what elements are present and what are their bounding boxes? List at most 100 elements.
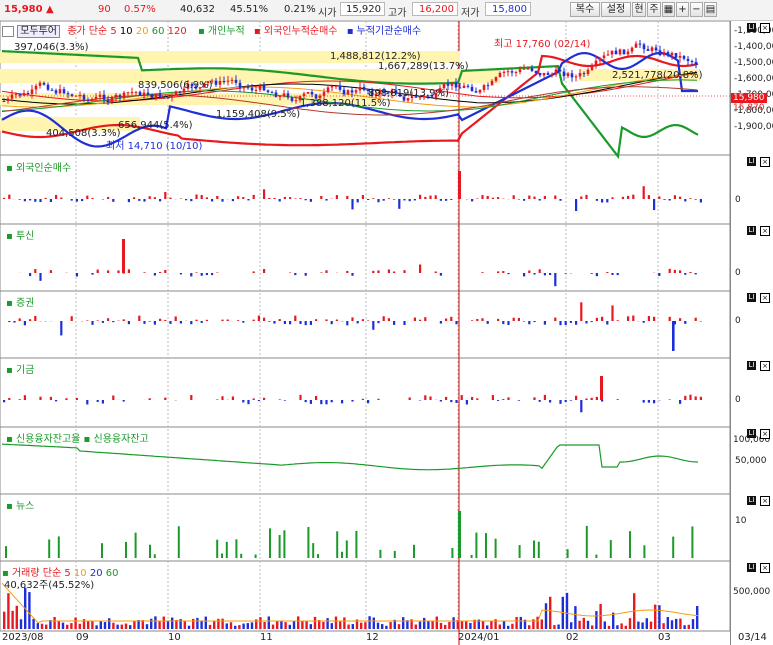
candle-body bbox=[174, 91, 178, 95]
panel-close-icon[interactable]: × bbox=[760, 563, 770, 573]
volume-bar bbox=[99, 620, 102, 629]
candle-body bbox=[338, 85, 342, 90]
news-bar bbox=[48, 539, 51, 558]
foreign-bar bbox=[606, 199, 609, 203]
volume-bar bbox=[200, 620, 203, 629]
candle-body bbox=[234, 79, 238, 83]
volume-bar bbox=[372, 617, 375, 629]
volume-bar bbox=[364, 622, 367, 629]
other-bar bbox=[96, 400, 99, 402]
other-bar bbox=[320, 400, 323, 405]
candle-body bbox=[58, 89, 62, 94]
chart-canvas[interactable] bbox=[0, 21, 730, 645]
layout-icon[interactable]: ▤ bbox=[704, 2, 717, 17]
volume-bar bbox=[313, 616, 317, 629]
foreign-bar bbox=[458, 171, 461, 199]
securities-zero: 0 bbox=[735, 316, 741, 326]
candle-body bbox=[614, 50, 618, 55]
foreign-bar bbox=[153, 197, 156, 199]
securities-bar bbox=[242, 321, 245, 323]
trust-bar bbox=[29, 273, 32, 277]
trust-bar bbox=[205, 273, 208, 276]
zoom-in-icon[interactable]: + bbox=[676, 2, 689, 17]
x-label-11: 11 bbox=[260, 632, 273, 643]
other-bar bbox=[75, 398, 78, 400]
news-bar bbox=[345, 540, 348, 558]
zoom-out-icon[interactable]: − bbox=[690, 2, 703, 17]
volume-bar bbox=[658, 605, 661, 629]
trust-bar bbox=[91, 273, 94, 275]
toggle-box-icon[interactable] bbox=[2, 25, 14, 37]
volume-bar bbox=[53, 616, 56, 629]
panel-settings-icon[interactable]: LI bbox=[747, 496, 756, 505]
panel-settings-icon[interactable]: LI bbox=[747, 157, 756, 166]
foreign-bar bbox=[138, 199, 141, 201]
volume-bar bbox=[628, 618, 632, 629]
volume-bar bbox=[519, 616, 522, 629]
securities-bar bbox=[91, 321, 94, 325]
volume-bar bbox=[444, 624, 447, 629]
annotation-9: 656,944(5.4%) bbox=[118, 120, 193, 131]
news-bar bbox=[269, 528, 271, 558]
panel-close-icon[interactable]: × bbox=[760, 157, 770, 167]
volume-bar bbox=[414, 624, 417, 629]
panel-settings-icon[interactable]: LI bbox=[747, 293, 756, 302]
stock-name[interactable]: 모두투어 bbox=[17, 25, 60, 38]
panel-settings-icon[interactable]: LI bbox=[747, 429, 756, 438]
trust-bar bbox=[195, 272, 198, 273]
foreign-bar bbox=[445, 199, 448, 201]
panel-close-icon[interactable]: × bbox=[760, 496, 770, 506]
current-button[interactable]: 현 bbox=[632, 2, 646, 17]
volume-bar bbox=[271, 624, 275, 629]
volume-bar bbox=[103, 622, 107, 629]
panel-settings-icon[interactable]: LI bbox=[747, 361, 756, 370]
volume-bar bbox=[45, 624, 48, 629]
candle-body bbox=[662, 52, 666, 56]
foreign-bar bbox=[44, 197, 47, 199]
volume-bar bbox=[586, 620, 590, 629]
foreign-bar bbox=[450, 199, 453, 200]
settings-button[interactable]: 설정 bbox=[601, 2, 631, 17]
week-button[interactable]: 주 bbox=[647, 2, 661, 17]
foreign-bar bbox=[361, 194, 364, 199]
candle-body bbox=[478, 89, 482, 93]
securities-bar bbox=[195, 319, 198, 321]
candle-body bbox=[334, 85, 338, 87]
foreign-bar bbox=[34, 199, 37, 202]
foreign-bar bbox=[49, 199, 52, 202]
panel-settings-icon[interactable]: LI bbox=[747, 23, 756, 32]
panel-close-icon[interactable]: × bbox=[760, 226, 770, 236]
securities-bar bbox=[481, 318, 484, 321]
panel-settings-icon[interactable]: LI bbox=[747, 563, 756, 572]
other-bar bbox=[304, 400, 307, 403]
securities-bar bbox=[148, 321, 151, 322]
other-bar bbox=[122, 400, 125, 402]
candle-body bbox=[566, 73, 570, 77]
ratio-value-2: 0.21% bbox=[284, 4, 316, 15]
other-bar bbox=[517, 400, 520, 401]
panel-close-icon[interactable]: × bbox=[760, 361, 770, 371]
volume-bar bbox=[229, 622, 233, 629]
volume-bar bbox=[11, 610, 14, 629]
copy-button[interactable]: 복수 bbox=[570, 2, 600, 17]
panel-close-icon[interactable]: × bbox=[760, 429, 770, 439]
trust-bar bbox=[689, 271, 692, 273]
panel-close-icon[interactable]: × bbox=[760, 293, 770, 303]
other-bar bbox=[278, 399, 281, 400]
candle-body bbox=[686, 58, 690, 62]
volume-bar bbox=[238, 625, 241, 629]
panel-settings-icon[interactable]: LI bbox=[747, 226, 756, 235]
trust-bar bbox=[320, 272, 323, 273]
price-y-tick: -1,600,000 bbox=[734, 74, 773, 84]
other-bar bbox=[653, 400, 656, 404]
candle-body bbox=[2, 101, 6, 102]
candle-body bbox=[122, 92, 126, 98]
volume-bar bbox=[36, 623, 39, 629]
grid-icon[interactable]: ▦ bbox=[662, 2, 675, 17]
high-note: 최고 17,760 (02/14) bbox=[494, 39, 591, 50]
securities-bar bbox=[96, 320, 99, 321]
securities-bar bbox=[112, 321, 115, 323]
candle-body bbox=[90, 99, 94, 101]
foreign-bar bbox=[299, 198, 302, 199]
panel-close-icon[interactable]: × bbox=[760, 23, 770, 33]
